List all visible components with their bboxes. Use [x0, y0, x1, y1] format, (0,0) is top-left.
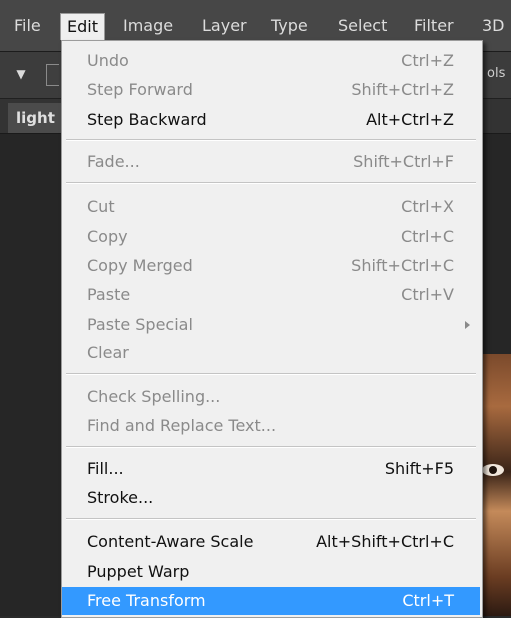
menu-item-label: Paste: [87, 285, 131, 304]
photo-eye: [482, 464, 504, 476]
menu-item-label: Puppet Warp: [87, 562, 190, 581]
menu-item-shortcut: Shift+Ctrl+F: [353, 152, 454, 171]
menu-item-step-forward[interactable]: Step Forward Shift+Ctrl+Z: [62, 76, 480, 104]
menu-select[interactable]: Select: [332, 13, 393, 39]
menu-item-shortcut: Ctrl+Z: [401, 51, 454, 70]
menu-item-undo[interactable]: Undo Ctrl+Z: [62, 47, 480, 75]
menu-item-step-backward[interactable]: Step Backward Alt+Ctrl+Z: [62, 106, 480, 134]
menu-item-paste-special[interactable]: Paste Special: [62, 311, 480, 339]
menu-item-shortcut: Ctrl+C: [400, 227, 454, 246]
menu-item-label: Paste Special: [87, 315, 193, 334]
menu-item-label: Find and Replace Text...: [87, 416, 277, 435]
menu-layer[interactable]: Layer: [196, 13, 253, 39]
tool-option-field[interactable]: [46, 64, 59, 86]
menu-item-copy[interactable]: Copy Ctrl+C: [62, 223, 480, 251]
menu-item-label: Stroke...: [87, 488, 154, 507]
menu-item-label: Copy: [87, 227, 128, 246]
menu-item-label: Fade...: [87, 152, 140, 171]
menu-item-paste[interactable]: Paste Ctrl+V: [62, 281, 480, 309]
menu-item-shortcut: Alt+Shift+Ctrl+C: [316, 532, 454, 551]
submenu-arrow-icon: [465, 321, 470, 329]
menu-item-shortcut: Ctrl+V: [401, 285, 454, 304]
menu-separator: [66, 518, 476, 520]
menu-filter[interactable]: Filter: [408, 13, 460, 39]
menu-item-fade[interactable]: Fade... Shift+Ctrl+F: [62, 148, 480, 176]
menu-separator: [66, 182, 476, 184]
menu-item-label: Cut: [87, 197, 115, 216]
menu-item-label: Copy Merged: [87, 256, 193, 275]
menu-item-label: Content-Aware Scale: [87, 532, 254, 551]
menu-item-cut[interactable]: Cut Ctrl+X: [62, 193, 480, 221]
menu-item-label: Step Backward: [87, 110, 207, 129]
menu-item-label: Step Forward: [87, 80, 193, 99]
menu-item-free-transform[interactable]: Free Transform Ctrl+T: [62, 587, 480, 615]
menu-item-label: Undo: [87, 51, 129, 70]
menu-item-puppet-warp[interactable]: Puppet Warp: [62, 558, 480, 586]
menu-item-label: Clear: [87, 343, 129, 362]
photo-image: [480, 354, 511, 616]
options-bar-label: ols: [487, 66, 506, 81]
menu-item-label: Fill...: [87, 459, 124, 478]
menu-item-shortcut: Alt+Ctrl+Z: [366, 110, 454, 129]
menu-item-shortcut: Shift+Ctrl+Z: [351, 80, 454, 99]
menu-edit[interactable]: Edit: [60, 13, 105, 40]
menu-3d[interactable]: 3D: [476, 13, 511, 39]
menu-image[interactable]: Image: [117, 13, 179, 39]
menu-type[interactable]: Type: [265, 13, 314, 39]
menu-item-shortcut: Ctrl+X: [401, 197, 454, 216]
edit-menu: Undo Ctrl+Z Step Forward Shift+Ctrl+Z St…: [61, 40, 483, 618]
menu-item-content-aware-scale[interactable]: Content-Aware Scale Alt+Shift+Ctrl+C: [62, 528, 480, 556]
menu-item-label: Check Spelling...: [87, 387, 221, 406]
menu-item-check-spelling[interactable]: Check Spelling...: [62, 383, 480, 411]
menu-item-label: Free Transform: [87, 591, 206, 610]
menu-item-find-replace[interactable]: Find and Replace Text...: [62, 412, 480, 440]
menu-item-stroke[interactable]: Stroke...: [62, 484, 480, 512]
menu-item-shortcut: Ctrl+T: [402, 591, 454, 610]
menu-separator: [66, 373, 476, 375]
tool-preset-dropdown-icon[interactable]: ▼: [11, 64, 31, 84]
menu-file[interactable]: File: [8, 13, 47, 39]
menu-separator: [66, 446, 476, 448]
menu-item-shortcut: Shift+Ctrl+C: [351, 256, 454, 275]
menu-separator: [66, 139, 476, 141]
menu-item-fill[interactable]: Fill... Shift+F5: [62, 455, 480, 483]
menu-item-copy-merged[interactable]: Copy Merged Shift+Ctrl+C: [62, 252, 480, 280]
menu-item-shortcut: Shift+F5: [384, 459, 454, 478]
menu-item-clear[interactable]: Clear: [62, 339, 480, 367]
